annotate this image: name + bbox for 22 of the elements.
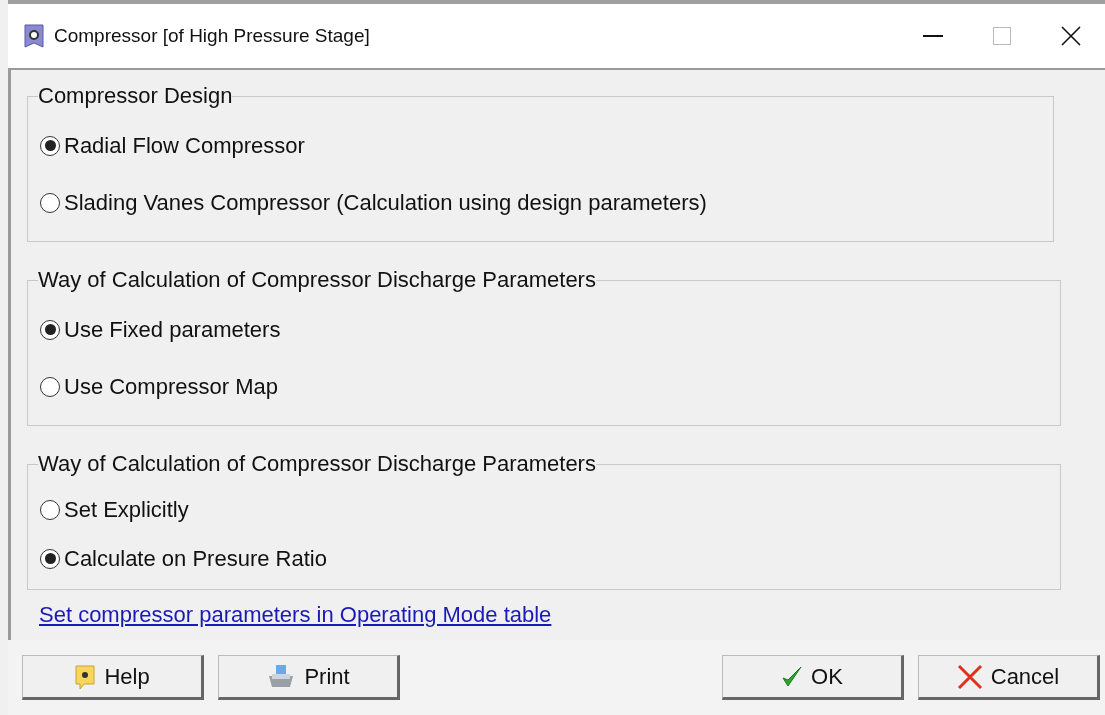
radio-button[interactable] (40, 376, 60, 397)
radio-label[interactable]: Radial Flow Compressor (64, 129, 305, 162)
checkmark-icon (781, 664, 804, 689)
radio-button[interactable] (40, 135, 60, 156)
radio-button[interactable] (40, 499, 60, 520)
close-icon[interactable] (1061, 26, 1081, 46)
radio-label[interactable]: Set Explicitly (64, 493, 189, 526)
radio-button[interactable] (40, 192, 60, 213)
radio-button[interactable] (40, 319, 60, 340)
ok-button[interactable]: OK (722, 655, 904, 700)
radio-label[interactable]: Calculate on Presure Ratio (64, 542, 327, 575)
radio-label[interactable]: Slading Vanes Compressor (Calculation using design parameters) (64, 186, 707, 219)
help-icon (74, 663, 97, 690)
link[interactable]: Set compressor parameters in Operating Mode table (39, 598, 552, 631)
radio-label[interactable]: Use Compressor Map (64, 370, 278, 403)
cross-icon (956, 663, 983, 690)
help-button[interactable]: Help (22, 655, 204, 700)
cancel-button[interactable]: Cancel (918, 655, 1100, 700)
radio-button[interactable] (40, 548, 60, 569)
window-title: Compressor [of High Pressure Stage] (54, 23, 370, 48)
print-button[interactable]: Print (218, 655, 400, 700)
radio-label[interactable]: Use Fixed parameters (64, 313, 281, 346)
